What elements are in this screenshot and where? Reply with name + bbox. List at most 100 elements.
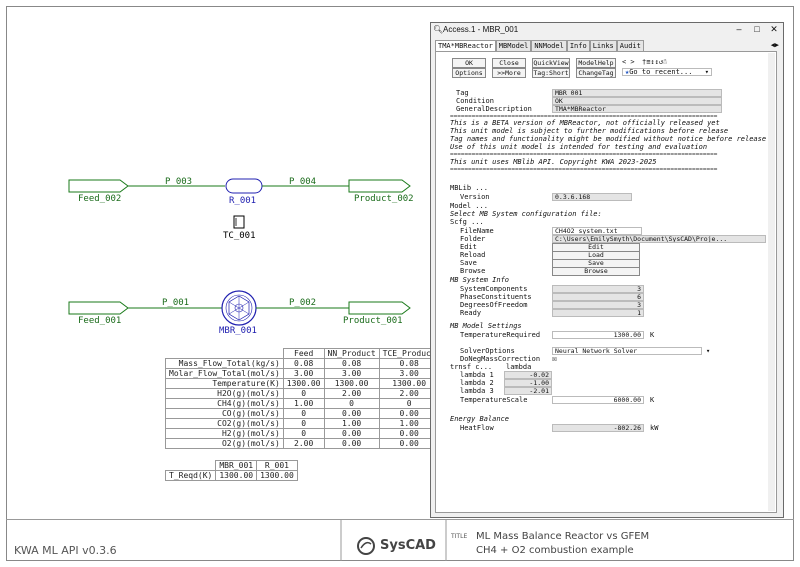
- stream-table-cell: 2.00: [323, 388, 380, 399]
- maximize-icon[interactable]: □: [749, 23, 765, 37]
- stream-table-cell: 0.00: [323, 428, 380, 439]
- tag-value[interactable]: MBR_001: [552, 89, 722, 97]
- solver-chevron-down-icon[interactable]: ▾: [706, 347, 710, 355]
- ready-label: Ready: [460, 309, 482, 317]
- pipe-p004-label: P_004: [289, 177, 317, 187]
- stream-table-header-cell: [166, 349, 284, 359]
- feed-002-label: Feed_002: [78, 194, 122, 204]
- changetag-button[interactable]: ChangeTag: [576, 68, 616, 78]
- stream-table-row: CO(g)(mol/s) 0 0.00 0.00: [165, 408, 440, 419]
- product-001-label: Product_001: [343, 316, 403, 326]
- stream-table-row: CO2(g)(mol/s) 0 1.00 1.00: [165, 418, 440, 429]
- vertical-scrollbar[interactable]: [768, 53, 775, 511]
- general-description-value[interactable]: TMA*MBReactor: [552, 105, 722, 113]
- lambda-3-label: lambda 3: [460, 387, 494, 395]
- stream-table-cell: 1300.00: [323, 378, 380, 389]
- stream-table-row-label: Temperature(K): [165, 378, 284, 389]
- options-button[interactable]: Options: [452, 68, 486, 78]
- system-components-value: 3: [552, 285, 644, 293]
- access-window: 🔍︎ Access.1 - MBR_001 – □ ✕ TMA*MBReacto…: [430, 22, 784, 518]
- reactor-r001-symbol[interactable]: [225, 178, 263, 194]
- close-button[interactable]: Close: [492, 58, 526, 68]
- pipe-p001-label: P_001: [162, 298, 190, 308]
- temperature-required-label: TemperatureRequired: [460, 331, 541, 339]
- more-button[interactable]: >>More: [492, 68, 526, 78]
- product-002-symbol[interactable]: [348, 179, 411, 193]
- beta-line-1: This is a BETA version of MBReactor, not…: [450, 119, 720, 127]
- ok-button[interactable]: OK: [452, 58, 486, 68]
- close-icon[interactable]: ✕: [766, 23, 782, 37]
- pipe-p002-label: P_002: [289, 298, 317, 308]
- stream-table-cell: 0.08: [282, 358, 325, 369]
- version-value: 0.3.6.168: [552, 193, 632, 201]
- stream-table-row: Mass_Flow_Total(kg/s) 0.08 0.08 0.08: [165, 358, 440, 369]
- mb-model-settings-header: MB Model Settings: [450, 322, 522, 330]
- stream-table-cell: 0: [282, 408, 325, 419]
- stream-table-cell: 0.00: [323, 438, 380, 449]
- lambda-2-label: lambda 2: [460, 379, 494, 387]
- tab-tma-mbreactor[interactable]: TMA*MBReactor: [435, 40, 496, 51]
- browse-button[interactable]: Browse: [552, 267, 640, 276]
- reactor-mbr001-label: MBR_001: [219, 326, 257, 336]
- feed-002-symbol[interactable]: [68, 179, 129, 193]
- tag-label: Tag: [456, 89, 469, 97]
- doneg-mass-correction-checkbox[interactable]: ☒: [552, 355, 557, 363]
- filename-label: FileName: [460, 227, 494, 235]
- stream-table-cell: 0.00: [323, 408, 380, 419]
- controller-tc001-label: TC_001: [223, 231, 256, 241]
- degrees-of-freedom-label: DegreesOfFreedom: [460, 301, 528, 309]
- stream-table-row-label: CO(g)(mol/s): [165, 408, 284, 419]
- stream-table-cell: 1300.00: [282, 378, 325, 389]
- window-titlebar[interactable]: 🔍︎ Access.1 - MBR_001 – □ ✕: [431, 23, 783, 37]
- tab-bar: TMA*MBReactor MBModel NNModel Info Links…: [435, 40, 644, 51]
- solver-options-label: SolverOptions: [460, 347, 515, 355]
- product-001-symbol[interactable]: [348, 301, 411, 315]
- feed-001-symbol[interactable]: [68, 301, 129, 315]
- mb-system-info-header: MB System Info: [450, 276, 510, 284]
- heatflow-value: -802.26: [552, 424, 644, 432]
- stream-table-row-label: CH4(g)(mol/s): [165, 398, 284, 409]
- controller-tc001-symbol[interactable]: [233, 215, 245, 229]
- browse-label: Browse: [460, 267, 486, 275]
- edit-label: Edit: [460, 243, 477, 251]
- treqd-table-row: T_Reqd(K) 1300.00 1300.00: [164, 470, 298, 481]
- goto-recent-dropdown[interactable]: ★Go to recent... ▾: [622, 68, 712, 76]
- treqd-table-header-cell: MBR_001: [215, 460, 258, 471]
- tab-scroll-icon[interactable]: ◀▶: [771, 41, 779, 49]
- reactor-mbr001-symbol[interactable]: [221, 290, 257, 326]
- temperature-scale-input[interactable]: 6000.00: [552, 396, 644, 404]
- nav-arrows-icon[interactable]: < >: [622, 58, 635, 66]
- stream-table-row-label: H2(g)(mol/s): [165, 428, 284, 439]
- solver-options-select[interactable]: Neural Network Solver: [552, 347, 702, 355]
- temperature-scale-label: TemperatureScale: [460, 396, 528, 404]
- tab-mbmodel[interactable]: MBModel: [495, 40, 532, 51]
- stream-table-row-label: Mass_Flow_Total(kg/s): [165, 358, 284, 369]
- reactor-r001-label: R_001: [229, 196, 257, 206]
- stream-table-row: H2O(g)(mol/s) 0 2.00 2.00: [165, 388, 440, 399]
- stream-table-cell: 0: [282, 418, 325, 429]
- properties-pane: OK Close QuickView ModelHelp Options >>M…: [435, 51, 777, 513]
- tab-links[interactable]: Links: [589, 40, 617, 51]
- separator-3: ========================================…: [450, 167, 718, 173]
- stream-table-cell: 0: [323, 398, 380, 409]
- stream-table-cell: 1.00: [282, 398, 325, 409]
- minimize-icon[interactable]: –: [731, 23, 747, 37]
- stream-table-cell: 0.08: [323, 358, 380, 369]
- quickview-button[interactable]: QuickView: [532, 58, 570, 68]
- tagshort-button[interactable]: Tag:Short: [532, 68, 570, 78]
- tab-audit[interactable]: Audit: [616, 40, 644, 51]
- lambda-1-value: -0.02: [504, 371, 552, 379]
- filename-field[interactable]: CH4O2_system.txt: [552, 227, 642, 235]
- lambda-2-value: -1.00: [504, 379, 552, 387]
- lambda-column-header: lambda: [506, 363, 532, 371]
- toolbar-icons[interactable]: †≡↕↕↺☃: [642, 58, 667, 66]
- product-002-label: Product_002: [354, 194, 414, 204]
- version-label: Version: [460, 193, 490, 201]
- scfg-header: Scfg ...: [450, 218, 484, 226]
- modelhelp-button[interactable]: ModelHelp: [576, 58, 616, 68]
- tab-info[interactable]: Info: [566, 40, 590, 51]
- temperature-required-unit: K: [650, 331, 655, 339]
- tab-nnmodel[interactable]: NNModel: [531, 40, 567, 51]
- temperature-required-input[interactable]: 1300.00: [552, 331, 644, 339]
- treqd-table-cell: 1300.00: [256, 470, 298, 481]
